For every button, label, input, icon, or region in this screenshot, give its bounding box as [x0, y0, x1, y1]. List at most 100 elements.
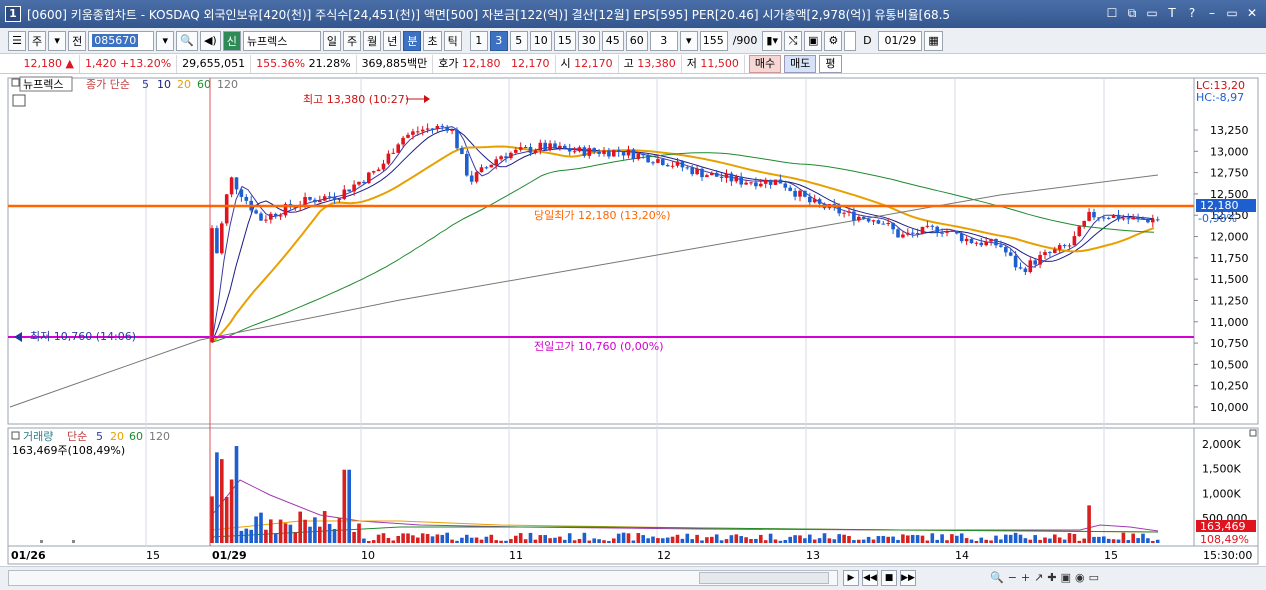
minute-option-1[interactable]: 1: [469, 30, 488, 51]
volume-bar: [362, 538, 366, 543]
minus-icon[interactable]: −: [1008, 571, 1017, 584]
table-icon[interactable]: [12, 94, 26, 107]
maximize-icon[interactable]: ▭: [1224, 5, 1240, 21]
link-icon[interactable]: ☐: [1104, 5, 1120, 21]
scroll-thumb[interactable]: [699, 572, 829, 584]
minute-option-10[interactable]: 10: [529, 30, 552, 51]
minute-option-5[interactable]: 5: [509, 30, 528, 51]
buy-button[interactable]: 매수: [748, 54, 782, 73]
minute-option-30[interactable]: 30: [577, 30, 600, 51]
volume-bar: [494, 540, 498, 543]
volume-bar: [714, 534, 719, 543]
candle-body: [318, 200, 322, 203]
d-checkbox[interactable]: [844, 30, 857, 51]
playback-controls: ▶ ◀◀ ■ ▶▶: [843, 570, 916, 586]
candle-body: [1048, 252, 1052, 254]
volume-bar: [759, 534, 763, 543]
indicator-icon[interactable]: ▮▾: [762, 30, 782, 51]
stop-icon[interactable]: ■: [881, 570, 897, 586]
chart-scrollbar[interactable]: [8, 570, 838, 586]
gear-icon[interactable]: ⚙: [824, 30, 843, 51]
period-day[interactable]: 일: [322, 30, 341, 51]
chevron-down-icon[interactable]: ▾: [679, 30, 698, 51]
minimize-icon[interactable]: –: [1204, 5, 1220, 21]
minute-option-45[interactable]: 45: [601, 30, 624, 51]
volume-bar: [220, 459, 224, 543]
period-minute[interactable]: 분: [403, 30, 422, 51]
date-input[interactable]: 01/29: [878, 30, 923, 51]
window-number-badge[interactable]: 1: [5, 6, 21, 22]
panel-icon[interactable]: ▭: [1144, 5, 1160, 21]
prev-button[interactable]: 전: [68, 30, 87, 51]
fast-forward-icon[interactable]: ▶▶: [900, 570, 916, 586]
sell-button[interactable]: 매도: [784, 54, 817, 73]
plus-icon[interactable]: +: [1021, 571, 1030, 584]
volume-bar: [656, 538, 660, 543]
candle-body: [553, 143, 557, 149]
period-second[interactable]: 초: [423, 30, 442, 51]
list-icon[interactable]: ☰: [8, 30, 26, 51]
volume-legend-ma-20: 20: [110, 430, 124, 443]
candle-body: [337, 198, 342, 200]
candle-body: [754, 182, 758, 187]
close-icon[interactable]: ✕: [1244, 5, 1260, 21]
period-main-select[interactable]: 주: [28, 30, 47, 51]
candle-body: [313, 199, 317, 203]
arrow-icon[interactable]: ↗: [1034, 571, 1043, 584]
volume-bar: [283, 523, 288, 543]
search-icon[interactable]: 🔍: [176, 30, 198, 51]
settings-icon[interactable]: ▭: [1089, 571, 1099, 584]
volume-bar: [636, 533, 641, 543]
minute-option-15[interactable]: 15: [553, 30, 576, 51]
help-icon[interactable]: ?: [1184, 5, 1200, 21]
candle-body: [935, 226, 939, 233]
candle-body: [269, 213, 273, 220]
volume-panel-close-icon[interactable]: [1249, 429, 1257, 437]
chart-area[interactable]: 뉴프렉스 종가 단순 5 10 20 60 120 최고 13,380 (10:…: [0, 75, 1266, 565]
crosshair-icon[interactable]: ✚: [1047, 571, 1056, 584]
candle-body: [793, 190, 797, 197]
rewind-icon[interactable]: ◀◀: [862, 570, 878, 586]
volume-bar: [641, 535, 645, 543]
minute-option-3[interactable]: 3: [489, 30, 508, 51]
volume-bar: [577, 538, 582, 543]
period-month[interactable]: 월: [363, 30, 382, 51]
calendar-icon[interactable]: ▦: [924, 30, 943, 51]
chevron-down-icon[interactable]: ▾: [156, 30, 175, 51]
eval-button[interactable]: 평: [819, 54, 842, 73]
period-year[interactable]: 년: [383, 30, 402, 51]
screenshot-icon[interactable]: ▣: [1061, 571, 1071, 584]
minute-select[interactable]: 3: [649, 30, 678, 51]
volume-bar: [1008, 534, 1013, 543]
font-icon[interactable]: T: [1164, 5, 1180, 21]
play-icon[interactable]: ▶: [843, 570, 859, 586]
candle-body: [959, 233, 964, 242]
volume-legend-toggle-icon[interactable]: [11, 431, 20, 440]
legend-toggle-icon[interactable]: [11, 78, 20, 87]
speaker-icon[interactable]: ◀): [199, 30, 221, 51]
candle-body: [602, 150, 606, 154]
candle-body: [1043, 252, 1047, 256]
count-input[interactable]: 155: [699, 30, 728, 51]
x-label-time: 15:30:00: [1203, 549, 1252, 562]
window-controls: ☐ ⧉ ▭ T ? – ▭ ✕: [1104, 5, 1260, 21]
restore-icon[interactable]: ⧉: [1124, 5, 1140, 21]
chart-svg[interactable]: 뉴프렉스 종가 단순 5 10 20 60 120 최고 13,380 (10:…: [0, 75, 1266, 565]
candle-body: [220, 223, 224, 254]
stock-name-field[interactable]: 뉴프렉스: [242, 30, 321, 51]
period-week[interactable]: 주: [342, 30, 362, 51]
zoom-out-icon[interactable]: 🔍: [990, 571, 1004, 584]
chevron-down-icon[interactable]: ▾: [48, 30, 67, 51]
minute-option-60[interactable]: 60: [625, 30, 648, 51]
stock-code-input[interactable]: 085670: [88, 30, 155, 51]
candle-body: [989, 238, 993, 242]
price-tick-label: 11,750: [1210, 252, 1249, 265]
volume-bar: [754, 538, 758, 543]
volume-bar: [783, 540, 788, 543]
candle-body: [812, 199, 817, 203]
candle-body: [572, 151, 577, 153]
period-tick[interactable]: 틱: [443, 30, 462, 51]
save-icon[interactable]: ▣: [804, 30, 823, 51]
compare-icon[interactable]: ⤭: [784, 30, 802, 51]
palette-icon[interactable]: ◉: [1075, 571, 1085, 584]
